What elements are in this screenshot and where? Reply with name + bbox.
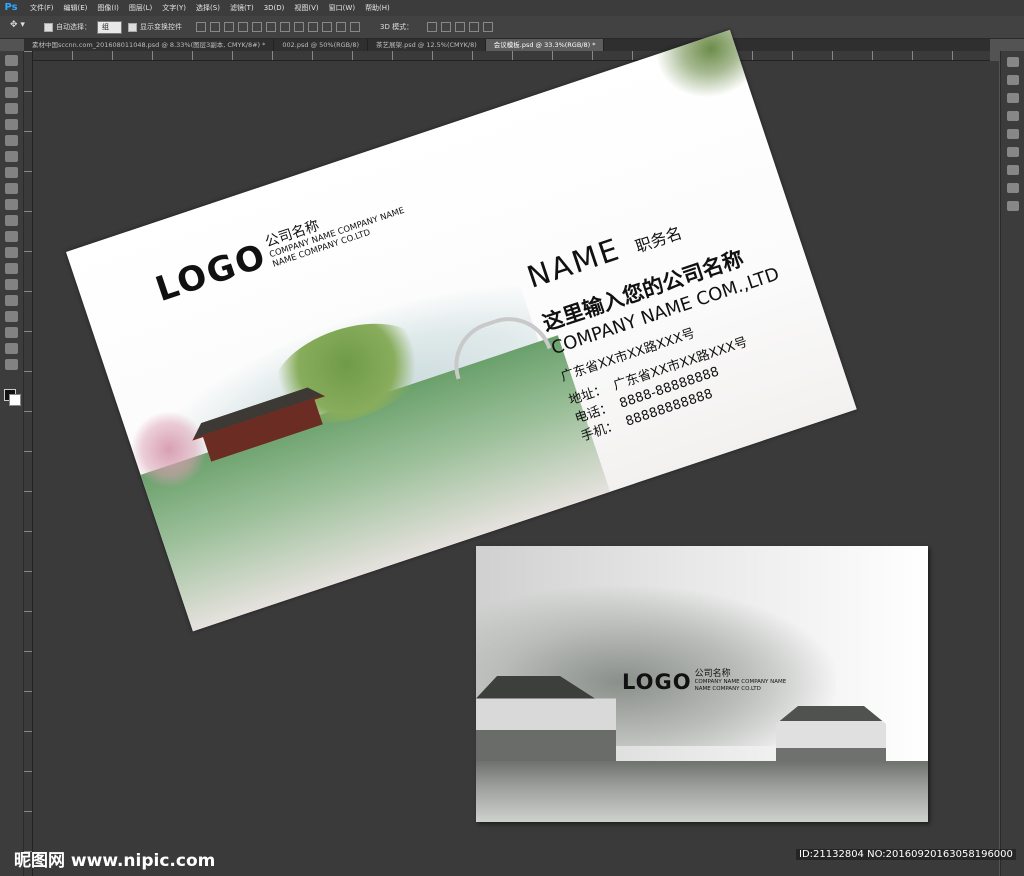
pavilion-house-illustration bbox=[776, 706, 886, 766]
history-brush-tool-icon[interactable] bbox=[5, 199, 18, 210]
align-right-icon[interactable] bbox=[266, 22, 276, 32]
auto-select-dropdown[interactable]: 组 bbox=[97, 20, 122, 34]
tab-document-3[interactable]: 茶艺展架.psd @ 12.5%(CMYK/8) bbox=[368, 39, 486, 51]
move-tool-icon[interactable] bbox=[5, 55, 18, 66]
align-top-icon[interactable] bbox=[196, 22, 206, 32]
tools-panel bbox=[0, 51, 24, 876]
logo-company-texts: 公司名称 COMPANY NAME COMPANY NAME NAME COMP… bbox=[695, 669, 787, 693]
align-left-icon[interactable] bbox=[238, 22, 248, 32]
menu-image[interactable]: 图像(I) bbox=[97, 3, 119, 13]
vertical-ruler bbox=[24, 51, 33, 876]
menu-type[interactable]: 文字(Y) bbox=[162, 3, 186, 13]
brush-panel-icon[interactable] bbox=[1007, 129, 1019, 139]
menu-select[interactable]: 选择(S) bbox=[196, 3, 220, 13]
marquee-tool-icon[interactable] bbox=[5, 71, 18, 82]
nipic-watermark: 昵图网 www.nipic.com bbox=[14, 851, 216, 871]
3d-scale-icon[interactable] bbox=[483, 22, 494, 32]
path-select-tool-icon[interactable] bbox=[5, 311, 18, 322]
menu-file[interactable]: 文件(F) bbox=[30, 3, 54, 13]
logo-text: LOGO bbox=[622, 670, 692, 694]
distribute-left-icon[interactable] bbox=[322, 22, 332, 32]
logo-text: LOGO bbox=[150, 235, 272, 311]
character-panel-icon[interactable] bbox=[1007, 165, 1019, 175]
auto-select-label: 自动选择： bbox=[56, 23, 91, 31]
3d-slide-icon[interactable] bbox=[469, 22, 480, 32]
business-card-back: LOGO 公司名称 COMPANY NAME COMPANY NAME NAME… bbox=[476, 546, 928, 822]
distribute-right-icon[interactable] bbox=[350, 22, 360, 32]
menu-edit[interactable]: 编辑(E) bbox=[64, 3, 88, 13]
3d-mode-buttons bbox=[427, 22, 494, 32]
menu-view[interactable]: 视图(V) bbox=[294, 3, 318, 13]
eyedropper-tool-icon[interactable] bbox=[5, 135, 18, 146]
lasso-tool-icon[interactable] bbox=[5, 87, 18, 98]
actions-panel-icon[interactable] bbox=[1007, 75, 1019, 85]
distribute-center-icon[interactable] bbox=[336, 22, 346, 32]
zoom-tool-icon[interactable] bbox=[5, 359, 18, 370]
menu-3d[interactable]: 3D(D) bbox=[264, 4, 285, 12]
align-bottom-icon[interactable] bbox=[224, 22, 234, 32]
text-tool-icon[interactable] bbox=[5, 295, 18, 306]
paragraph-panel-icon[interactable] bbox=[1007, 183, 1019, 193]
menu-help[interactable]: 帮助(H) bbox=[365, 3, 390, 13]
gradient-tool-icon[interactable] bbox=[5, 231, 18, 242]
brush-tool-icon[interactable] bbox=[5, 167, 18, 178]
3d-roll-icon[interactable] bbox=[441, 22, 452, 32]
menu-filter[interactable]: 滤镜(T) bbox=[230, 3, 254, 13]
show-transform-label: 显示变换控件 bbox=[140, 23, 182, 31]
menu-window[interactable]: 窗口(W) bbox=[329, 3, 355, 13]
background-color-swatch[interactable] bbox=[9, 394, 21, 406]
quick-select-tool-icon[interactable] bbox=[5, 103, 18, 114]
logo-company-en-1: COMPANY NAME COMPANY NAME bbox=[694, 679, 787, 685]
menu-layer[interactable]: 图层(L) bbox=[129, 3, 152, 13]
blur-tool-icon[interactable] bbox=[5, 247, 18, 258]
tab-document-1[interactable]: 素材中国sccnn.com_2016080110​48.psd @ 8.33%(… bbox=[24, 39, 275, 51]
tab-document-2[interactable]: 002.psd @ 50%(RGB/8) bbox=[274, 39, 368, 51]
photoshop-logo-icon: Ps bbox=[4, 2, 18, 13]
image-id-label: ID:21132804 NO:20160920163058196000 bbox=[796, 849, 1016, 860]
pond-illustration bbox=[476, 761, 928, 822]
3d-mode-label: 3D 模式： bbox=[380, 23, 414, 31]
distribute-top-icon[interactable] bbox=[280, 22, 290, 32]
logo-company-texts: 公司名称 COMPANY NAME COMPANY NAME NAME COMP… bbox=[263, 191, 409, 270]
show-transform-checkbox[interactable]: 显示变换控件 bbox=[128, 22, 182, 32]
menu-bar: Ps 文件(F) 编辑(E) 图像(I) 图层(L) 文字(Y) 选择(S) 滤… bbox=[0, 0, 1024, 16]
crop-tool-icon[interactable] bbox=[5, 119, 18, 130]
history-panel-icon[interactable] bbox=[1007, 57, 1019, 67]
3d-panel-icon[interactable] bbox=[1007, 201, 1019, 211]
dodge-tool-icon[interactable] bbox=[5, 263, 18, 274]
hand-tool-icon[interactable] bbox=[5, 343, 18, 354]
options-bar: ✥ ▾ 自动选择： 组 显示变换控件 3D 模式： bbox=[0, 16, 1024, 39]
tab-document-4[interactable]: 会议模板.psd @ 33.3%(RGB/8) * bbox=[485, 39, 605, 51]
logo-company-name: 公司名称 bbox=[694, 669, 731, 679]
properties-panel-icon[interactable] bbox=[1007, 93, 1019, 103]
shape-tool-icon[interactable] bbox=[5, 327, 18, 338]
panel-dock bbox=[1000, 51, 1024, 876]
3d-pan-icon[interactable] bbox=[455, 22, 466, 32]
horizontal-ruler bbox=[32, 51, 990, 61]
stamp-tool-icon[interactable] bbox=[5, 183, 18, 194]
document-tabs: 素材中国sccnn.com_2016080110​48.psd @ 8.33%(… bbox=[24, 39, 990, 51]
align-center-icon[interactable] bbox=[252, 22, 262, 32]
align-buttons bbox=[196, 22, 360, 32]
distribute-bottom-icon[interactable] bbox=[308, 22, 318, 32]
swatches-panel-icon[interactable] bbox=[1007, 111, 1019, 121]
back-logo-block: LOGO 公司名称 COMPANY NAME COMPANY NAME NAME… bbox=[622, 669, 786, 693]
healing-tool-icon[interactable] bbox=[5, 151, 18, 162]
distribute-middle-icon[interactable] bbox=[294, 22, 304, 32]
align-middle-icon[interactable] bbox=[210, 22, 220, 32]
pen-tool-icon[interactable] bbox=[5, 279, 18, 290]
clone-source-panel-icon[interactable] bbox=[1007, 147, 1019, 157]
auto-select-checkbox[interactable]: 自动选择： bbox=[44, 22, 91, 32]
eraser-tool-icon[interactable] bbox=[5, 215, 18, 226]
move-tool-icon[interactable]: ✥ ▾ bbox=[10, 20, 38, 34]
logo-company-en-2: NAME COMPANY CO.LTD bbox=[694, 686, 761, 692]
3d-rotate-icon[interactable] bbox=[427, 22, 438, 32]
job-title: 职务名 bbox=[632, 223, 685, 257]
